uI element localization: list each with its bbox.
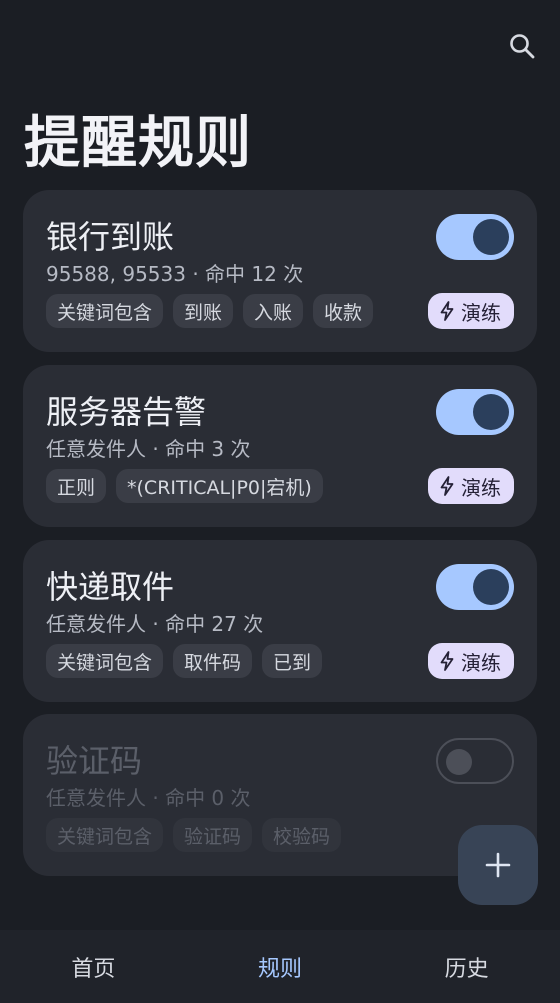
bolt-icon (440, 651, 454, 671)
rule-chip: 取件码 (173, 644, 253, 678)
rule-meta: 任意发件人 · 命中 27 次 (46, 612, 264, 636)
rule-chips: 关键词包含 到账 入账 收款 (46, 294, 374, 328)
rule-chip: 验证码 (173, 818, 253, 852)
bolt-icon (440, 301, 454, 321)
rule-chip: 关键词包含 (46, 818, 164, 852)
practice-label: 演练 (461, 650, 501, 675)
rule-chip: 关键词包含 (46, 644, 164, 678)
rule-chip: 已到 (262, 644, 323, 678)
rule-card[interactable]: 快递取件 任意发件人 · 命中 27 次 关键词包含 取件码 已到 演练 (23, 540, 537, 702)
rule-name: 验证码 (46, 742, 143, 780)
rule-chip: 入账 (243, 294, 304, 328)
practice-button[interactable]: 演练 (428, 643, 514, 679)
bolt-icon (440, 476, 454, 496)
plus-icon (485, 852, 511, 878)
rule-name: 服务器告警 (46, 393, 207, 431)
rule-enabled-toggle[interactable] (436, 389, 514, 435)
practice-button[interactable]: 演练 (428, 468, 514, 504)
rule-chip: 收款 (313, 294, 374, 328)
rule-chip: 校验码 (262, 818, 342, 852)
add-rule-button[interactable] (458, 825, 538, 905)
screen: 提醒规则 银行到账 95588, 95533 · 命中 12 次 关键词包含 到… (0, 0, 560, 1003)
rule-chip: 到账 (173, 294, 234, 328)
practice-label: 演练 (461, 300, 501, 325)
toggle-knob (446, 749, 472, 775)
toggle-knob (473, 219, 509, 255)
rule-chips: 关键词包含 取件码 已到 (46, 644, 323, 678)
rule-enabled-toggle[interactable] (436, 214, 514, 260)
practice-button[interactable]: 演练 (428, 293, 514, 329)
nav-item-home[interactable]: 首页 (0, 930, 187, 1003)
rule-meta: 任意发件人 · 命中 0 次 (46, 786, 251, 810)
rule-name: 银行到账 (46, 218, 175, 256)
rule-card[interactable]: 银行到账 95588, 95533 · 命中 12 次 关键词包含 到账 入账 … (23, 190, 537, 352)
nav-item-rules[interactable]: 规则 (187, 930, 374, 1003)
page-title: 提醒规则 (24, 111, 252, 176)
rule-chip: *(CRITICAL|P0|宕机) (116, 469, 323, 503)
practice-label: 演练 (461, 475, 501, 500)
rule-name: 快递取件 (46, 568, 175, 606)
rule-meta: 95588, 95533 · 命中 12 次 (46, 262, 304, 286)
nav-item-history[interactable]: 历史 (373, 930, 560, 1003)
rule-enabled-toggle[interactable] (436, 738, 514, 784)
bottom-nav: 首页 规则 历史 (0, 930, 560, 1003)
search-button[interactable] (504, 28, 540, 64)
rule-chips: 关键词包含 验证码 校验码 (46, 818, 342, 852)
rule-meta: 任意发件人 · 命中 3 次 (46, 437, 251, 461)
rule-chip: 关键词包含 (46, 294, 164, 328)
toggle-knob (473, 394, 509, 430)
rule-enabled-toggle[interactable] (436, 564, 514, 610)
toggle-knob (473, 569, 509, 605)
rule-card[interactable]: 服务器告警 任意发件人 · 命中 3 次 正则 *(CRITICAL|P0|宕机… (23, 365, 537, 527)
rule-chips: 正则 *(CRITICAL|P0|宕机) (46, 469, 323, 503)
search-icon (510, 34, 535, 59)
rule-chip: 正则 (46, 469, 107, 503)
